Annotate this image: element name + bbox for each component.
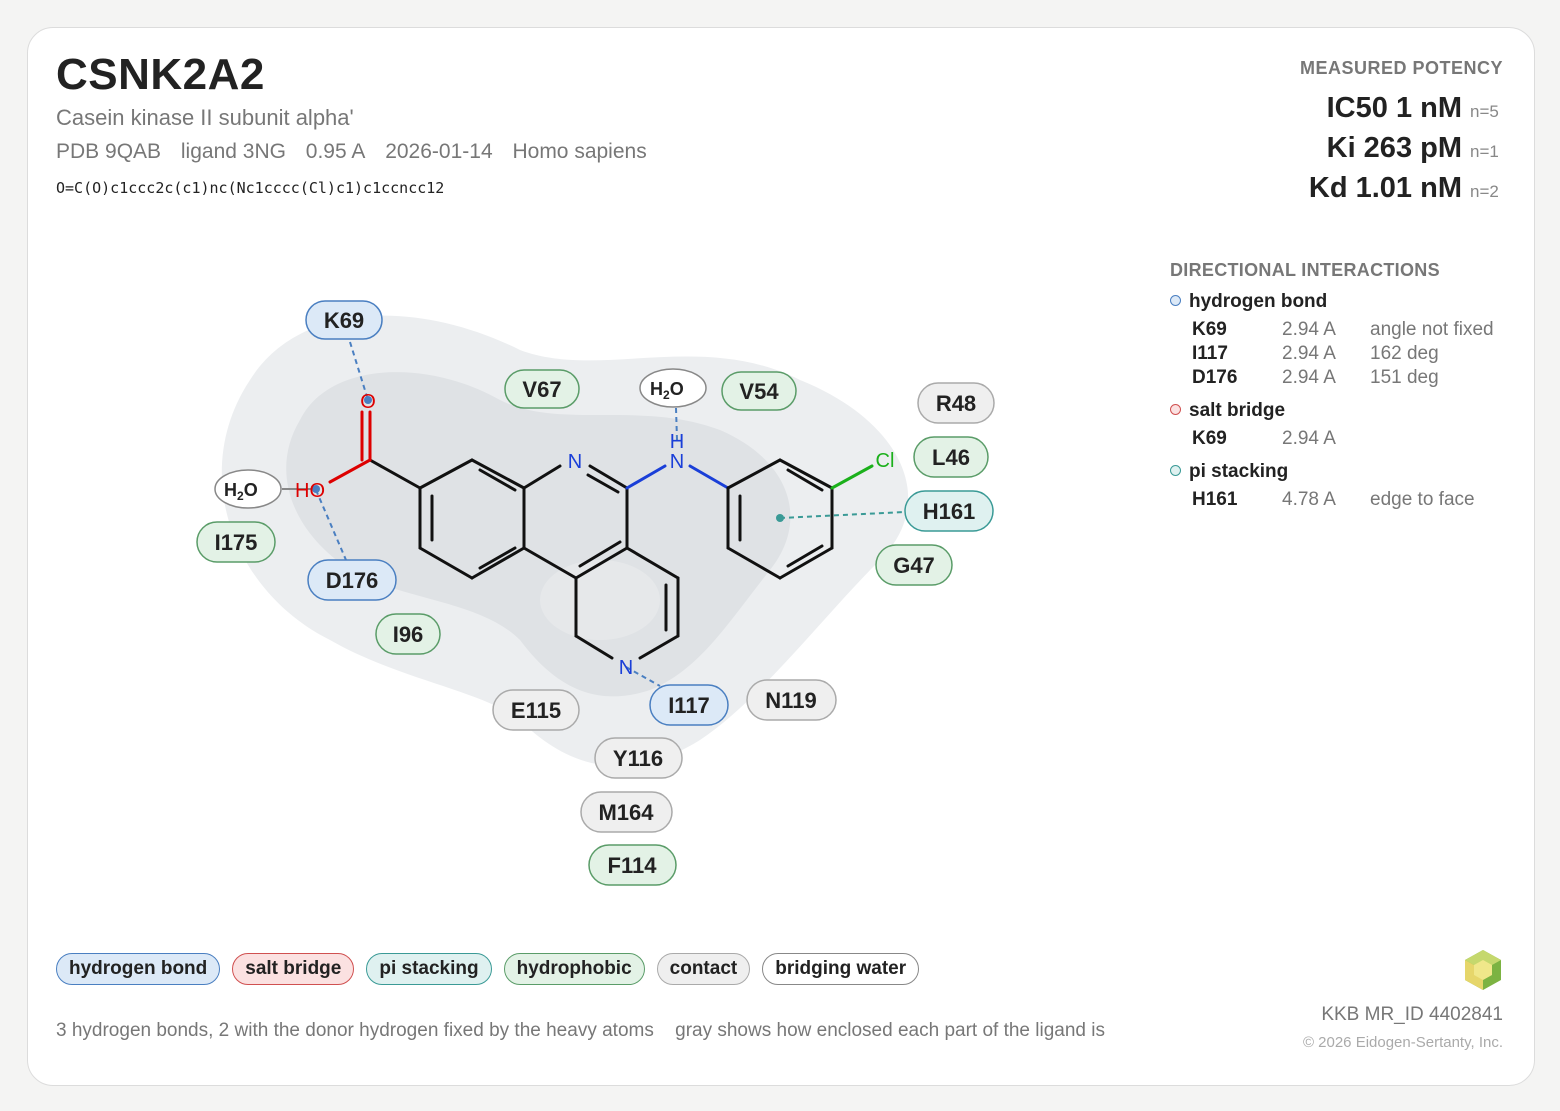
hexagon-cube-logo-icon (1465, 950, 1501, 990)
copyright: © 2026 Eidogen-Sertanty, Inc. (1302, 1034, 1503, 1051)
legend-salt: salt bridge (232, 953, 355, 985)
residue-label: M164 (598, 800, 654, 825)
residue-label: F114 (608, 853, 658, 878)
residue-i175[interactable]: I175 (196, 521, 276, 563)
legend-contact: contact (656, 953, 751, 985)
residue-v54[interactable]: V54 (721, 371, 797, 411)
residue-v67[interactable]: V67 (504, 369, 580, 409)
residue-g47[interactable]: G47 (875, 544, 953, 586)
residue-label: I175 (215, 530, 258, 555)
water-left: H2O (214, 469, 282, 509)
residue-r48[interactable]: R48 (917, 382, 995, 424)
residue-h161[interactable]: H161 (904, 490, 994, 532)
residue-label: R48 (936, 391, 976, 416)
legend-hydrophobic: hydrophobic (503, 953, 645, 985)
residue-label: N119 (765, 688, 816, 713)
residue-i96[interactable]: I96 (375, 613, 441, 655)
water-o: O (244, 480, 258, 500)
atom-hydroxyl: HO (295, 480, 325, 502)
residue-label: V54 (739, 379, 779, 404)
residue-y116[interactable]: Y116 (594, 737, 683, 779)
atom-nitrogen: N (619, 657, 633, 679)
legend-pi: pi stacking (366, 953, 492, 985)
residue-f114[interactable]: F114 (588, 844, 677, 886)
residue-l46[interactable]: L46 (913, 436, 989, 478)
footer-notes: 3 hydrogen bonds, 2 with the donor hydro… (56, 1020, 1121, 1042)
legend-water: bridging water (762, 953, 920, 985)
residue-label: I96 (393, 622, 424, 647)
water-h: H (650, 379, 663, 399)
residue-n119[interactable]: N119 (746, 679, 837, 721)
atom-nitrogen: N (568, 451, 582, 473)
atom-oxygen: O (360, 391, 376, 413)
residue-label: D176 (326, 568, 379, 593)
residue-label: L46 (932, 445, 970, 470)
residue-k69[interactable]: K69 (305, 300, 383, 340)
pi-anchor (776, 514, 784, 522)
residue-label: Y116 (613, 746, 663, 771)
water-h: H (224, 480, 237, 500)
footer-note: 3 hydrogen bonds, 2 with the donor hydro… (56, 1020, 654, 1041)
footer-note: gray shows how enclosed each part of the… (675, 1020, 1105, 1041)
water-o: O (670, 379, 684, 399)
mr-id: KKB MR_ID 4402841 (1321, 1004, 1503, 1025)
legend: hydrogen bond salt bridge pi stacking hy… (56, 953, 920, 985)
residue-label: E115 (511, 698, 561, 723)
atom-hydrogen: H (670, 431, 684, 453)
residue-label: G47 (893, 553, 935, 578)
residue-label: K69 (324, 308, 364, 333)
residue-i117[interactable]: I117 (649, 684, 729, 726)
residue-label: H161 (923, 499, 976, 524)
water-top: H2O (639, 368, 707, 408)
atom-chlorine: Cl (876, 450, 895, 472)
atom-nitrogen: N (670, 451, 684, 473)
legend-hbond: hydrogen bond (56, 953, 221, 985)
residue-m164[interactable]: M164 (580, 791, 673, 833)
residue-e115[interactable]: E115 (492, 689, 580, 731)
residue-label: V67 (522, 377, 561, 402)
residue-d176[interactable]: D176 (307, 559, 397, 601)
residue-label: I117 (668, 693, 710, 718)
interaction-diagram: O HO N H N N Cl H2O H2O K69 V67 V54 R48 … (196, 300, 995, 886)
